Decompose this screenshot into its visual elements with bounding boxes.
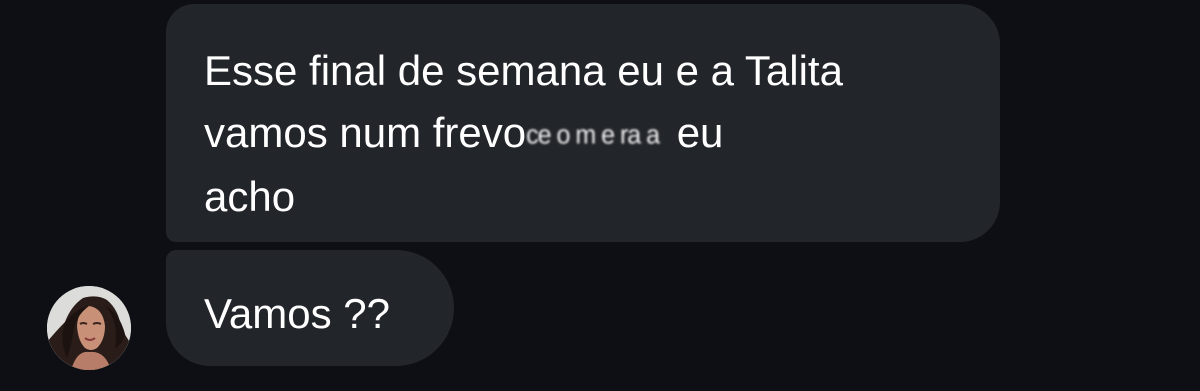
- message-line: Vamos ??: [204, 290, 390, 337]
- message-line: Esse final de semana eu e a Talita: [204, 47, 843, 94]
- chat-thread: Esse final de semana eu e a Talita vamos…: [0, 0, 1200, 391]
- message-text: vamos num frevo: [204, 109, 527, 156]
- message-bubble[interactable]: Esse final de semana eu e a Talita vamos…: [166, 4, 1000, 242]
- avatar[interactable]: [47, 286, 131, 370]
- obscured-text: ce o m e ra a: [526, 120, 660, 150]
- message-text: eu: [665, 109, 724, 156]
- message-line: acho: [204, 173, 296, 220]
- message-bubble[interactable]: Vamos ??: [166, 250, 454, 366]
- avatar-photo-icon: [47, 286, 131, 370]
- message-line: vamos num frevoce o m e ra a eu: [204, 102, 970, 166]
